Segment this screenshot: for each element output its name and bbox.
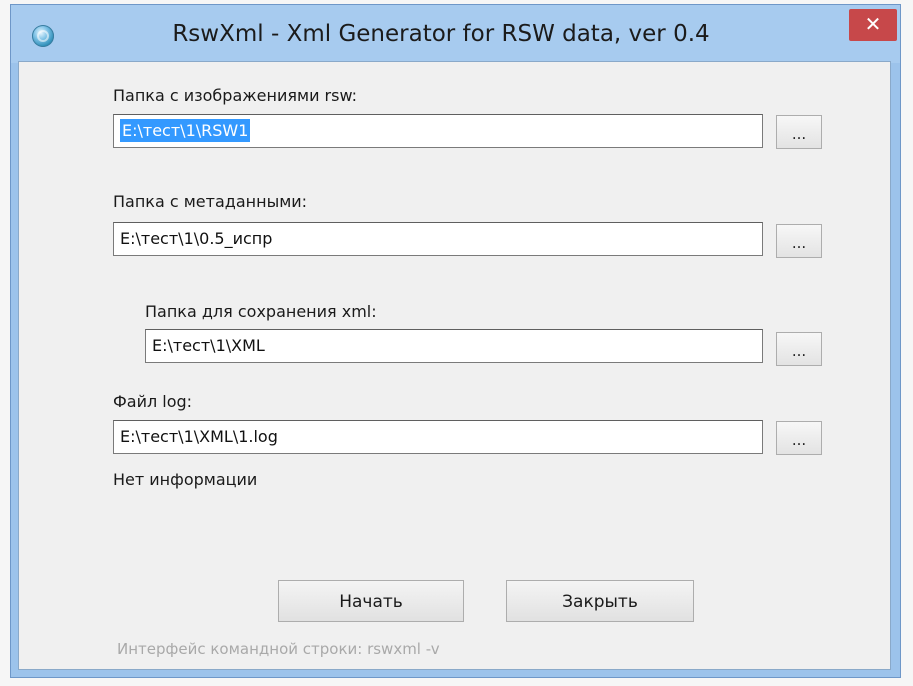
log-file-input[interactable]: E:\тест\1\XML\1.log [113,420,763,454]
images-folder-value: E:\тест\1\RSW1 [120,119,251,142]
metadata-folder-value: E:\тест\1\0.5_испр [120,229,273,248]
cli-hint: Интерфейс командной строки: rswxml -v [117,640,440,658]
log-file-label: Файл log: [113,392,193,411]
close-button[interactable]: Закрыть [506,580,694,622]
client-background [18,61,891,670]
close-icon: ✕ [864,12,882,36]
metadata-folder-browse-button[interactable]: ... [776,224,822,258]
log-file-browse-button[interactable]: ... [776,421,822,455]
images-folder-label: Папка с изображениями rsw: [113,86,358,105]
images-folder-input[interactable]: E:\тест\1\RSW1 [113,114,763,148]
status-text: Нет информации [113,470,258,489]
metadata-folder-label: Папка с метаданными: [113,192,308,211]
save-xml-folder-value: E:\тест\1\XML [152,336,265,355]
title-bar[interactable]: RswXml - Xml Generator for RSW data, ver… [11,5,900,63]
save-xml-folder-input[interactable]: E:\тест\1\XML [145,329,763,363]
close-window-button[interactable]: ✕ [849,9,897,41]
metadata-folder-input[interactable]: E:\тест\1\0.5_испр [113,222,763,256]
log-file-value: E:\тест\1\XML\1.log [120,427,278,446]
images-folder-browse-button[interactable]: ... [776,115,822,149]
window-title: RswXml - Xml Generator for RSW data, ver… [172,21,710,47]
save-xml-folder-label: Папка для сохранения xml: [145,302,377,321]
start-button[interactable]: Начать [278,580,464,622]
app-globe-icon[interactable] [32,25,54,47]
save-xml-folder-browse-button[interactable]: ... [776,332,822,366]
